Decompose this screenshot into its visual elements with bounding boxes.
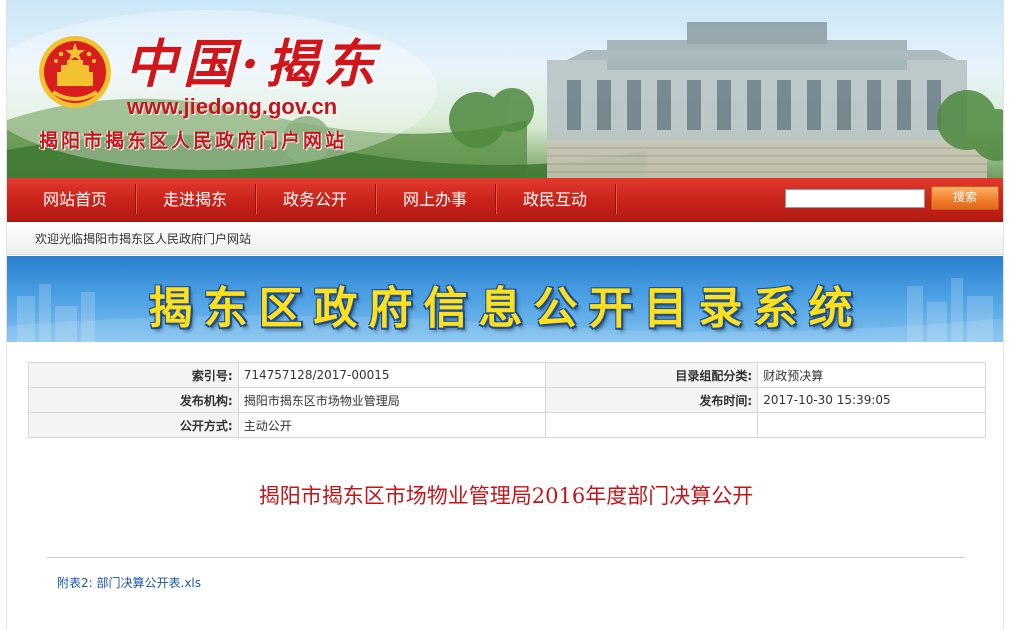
site-url: www.jiedong.gov.cn xyxy=(127,94,338,119)
nav-item-home[interactable]: 网站首页 xyxy=(15,178,135,220)
site-fullname: 揭阳市揭东区人民政府门户网站 xyxy=(39,130,348,152)
attachment-link[interactable]: 部门决算公开表.xls xyxy=(97,576,202,590)
disclosure-method-value: 主动公开 xyxy=(237,412,547,438)
nav-item-about[interactable]: 走进揭东 xyxy=(135,178,255,220)
attachment-prefix: 附表2: xyxy=(57,576,93,590)
welcome-bar: 欢迎光临揭阳市揭东区人民政府门户网站 xyxy=(7,222,1003,255)
index-number-value: 714757128/2017-00015 xyxy=(237,362,547,388)
publish-time-value: 2017-10-30 15:39:05 xyxy=(757,387,986,413)
publish-time-label: 发布时间: xyxy=(545,387,759,413)
divider xyxy=(47,557,965,558)
document-meta-table: 索引号: 714757128/2017-00015 目录组配分类: 财政预决算 … xyxy=(28,362,986,438)
publisher-label: 发布机构: xyxy=(28,387,239,413)
page: 中国·揭东 www.jiedong.gov.cn 揭阳市揭东区人民政府门户网站 … xyxy=(6,0,1004,630)
publisher-value: 揭阳市揭东区市场物业管理局 xyxy=(237,387,547,413)
search-button[interactable]: 搜索 xyxy=(931,186,999,210)
article-title: 揭阳市揭东区市场物业管理局2016年度部门决算公开 xyxy=(258,484,754,508)
table-row: 公开方式: 主动公开 xyxy=(28,412,986,438)
nav-item-gov-affairs[interactable]: 政务公开 xyxy=(255,178,375,220)
national-emblem-icon xyxy=(39,36,111,108)
header-banner: 中国·揭东 www.jiedong.gov.cn 揭阳市揭东区人民政府门户网站 xyxy=(7,0,1003,178)
nav-separator xyxy=(615,184,616,214)
table-row: 发布机构: 揭阳市揭东区市场物业管理局 发布时间: 2017-10-30 15:… xyxy=(28,387,986,413)
index-number-label: 索引号: xyxy=(28,362,239,388)
nav-item-interaction[interactable]: 政民互动 xyxy=(495,178,615,220)
disclosure-method-label: 公开方式: xyxy=(28,412,239,438)
category-label: 目录组配分类: xyxy=(545,362,759,388)
table-row: 索引号: 714757128/2017-00015 目录组配分类: 财政预决算 xyxy=(28,362,986,388)
nav-item-online-services[interactable]: 网上办事 xyxy=(375,178,495,220)
site-logo-text: 中国·揭东 xyxy=(125,34,382,95)
system-banner: 揭东区政府信息公开目录系统 xyxy=(7,256,1003,342)
attachment-line: 附表2: 部门决算公开表.xls xyxy=(57,574,201,591)
search-input[interactable] xyxy=(785,189,925,208)
system-title: 揭东区政府信息公开目录系统 xyxy=(148,283,864,334)
category-value: 财政预决算 xyxy=(757,362,986,388)
empty-cell xyxy=(757,412,986,438)
empty-cell xyxy=(545,412,759,438)
